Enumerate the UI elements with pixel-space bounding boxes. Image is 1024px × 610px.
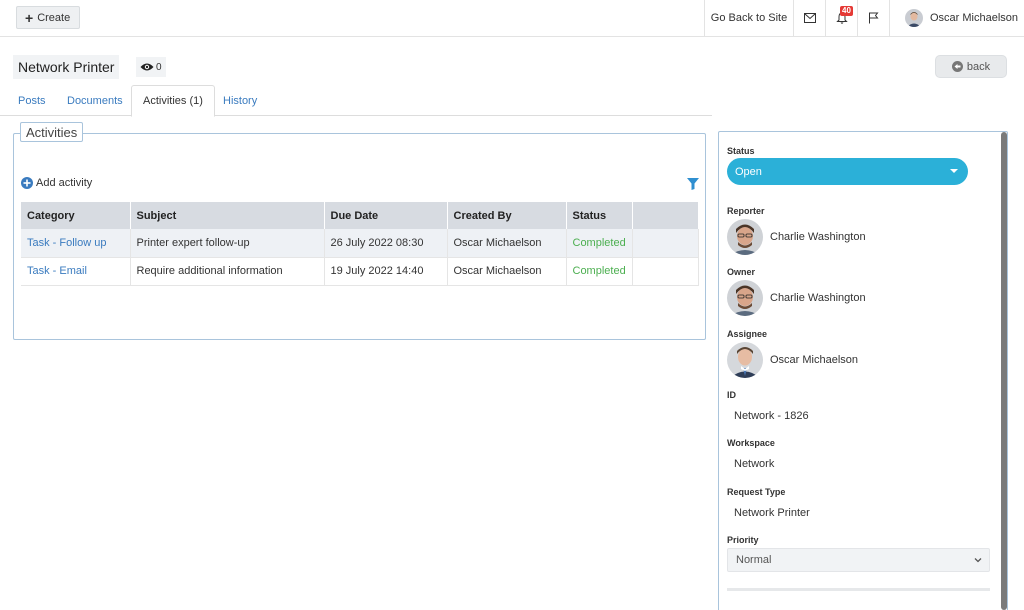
avatar — [727, 219, 763, 255]
activities-table: Category Subject Due Date Created By Sta… — [21, 202, 700, 286]
column-header-subject[interactable]: Subject — [130, 202, 325, 229]
owner-field[interactable]: Charlie Washington — [727, 280, 866, 316]
add-activity-button[interactable]: Add activity — [21, 177, 92, 189]
row-subject: Require additional information — [130, 257, 325, 286]
column-header-created-by[interactable]: Created By — [447, 202, 567, 229]
assignee-name: Oscar Michaelson — [770, 354, 859, 366]
row-actions — [632, 257, 700, 286]
owner-name: Charlie Washington — [770, 292, 866, 304]
row-category-link[interactable]: Task - Email — [21, 257, 131, 286]
avatar — [727, 342, 763, 378]
priority-select[interactable]: Normal — [727, 548, 990, 572]
tab-history[interactable]: History — [223, 85, 257, 116]
reporter-label: Reporter — [727, 206, 765, 216]
mail-button[interactable] — [793, 0, 825, 36]
request-type-value: Network Printer — [734, 507, 810, 519]
back-button[interactable]: back — [935, 55, 1007, 78]
filter-icon[interactable] — [687, 178, 699, 190]
id-label: ID — [727, 390, 736, 400]
page-title: Network Printer — [13, 55, 120, 79]
flag-button[interactable] — [857, 0, 889, 36]
row-category-link[interactable]: Task - Follow up — [21, 229, 131, 258]
workspace-value: Network — [734, 458, 775, 470]
status-value: Open — [735, 165, 762, 178]
notification-badge: 40 — [840, 6, 853, 16]
create-button[interactable]: + Create — [16, 6, 81, 29]
row-actions — [632, 229, 700, 258]
row-created-by: Oscar Michaelson — [447, 229, 567, 258]
table-row[interactable]: Task - Email Require additional informat… — [21, 257, 700, 286]
go-back-to-site-link[interactable]: Go Back to Site — [704, 0, 793, 36]
plus-icon: + — [25, 9, 34, 26]
column-header-due-date[interactable]: Due Date — [324, 202, 448, 229]
tab-activities[interactable]: Activities (1) — [131, 85, 215, 117]
assignee-label: Assignee — [727, 329, 768, 339]
tab-documents[interactable]: Documents — [67, 85, 123, 116]
activities-legend: Activities — [20, 122, 84, 142]
tab-bar: Posts Documents Activities (1) History — [0, 85, 712, 117]
column-header-actions — [632, 202, 700, 229]
eye-icon — [140, 63, 154, 71]
user-menu[interactable]: Oscar Michaelson — [889, 0, 1024, 36]
priority-label: Priority — [727, 535, 759, 545]
column-header-status[interactable]: Status — [566, 202, 633, 229]
priority-value: Normal — [736, 554, 772, 566]
reporter-field[interactable]: Charlie Washington — [727, 219, 866, 255]
column-header-category[interactable]: Category — [21, 202, 131, 229]
row-due-date: 19 July 2022 14:40 — [324, 257, 448, 286]
details-scrollbar[interactable] — [1001, 132, 1007, 610]
create-label: Create — [37, 11, 71, 24]
tab-posts[interactable]: Posts — [18, 85, 46, 116]
assignee-field[interactable]: Oscar Michaelson — [727, 342, 858, 378]
caret-down-icon — [950, 169, 958, 173]
reporter-name: Charlie Washington — [770, 231, 866, 243]
table-row[interactable]: Task - Follow up Printer expert follow-u… — [21, 229, 700, 258]
status-select[interactable]: Open — [727, 158, 968, 185]
table-header-row: Category Subject Due Date Created By Sta… — [21, 202, 700, 229]
row-created-by: Oscar Michaelson — [447, 257, 567, 286]
watchers-count: 0 — [156, 61, 162, 73]
avatar — [727, 280, 763, 316]
plus-circle-icon — [21, 177, 33, 189]
top-nav: Go Back to Site 40 Oscar Michaelson — [704, 0, 1024, 36]
flag-icon — [869, 12, 879, 24]
avatar — [904, 9, 923, 27]
row-subject: Printer expert follow-up — [130, 229, 325, 258]
status-label: Status — [727, 146, 755, 156]
request-type-label: Request Type — [727, 487, 786, 497]
row-status: Completed — [566, 257, 633, 286]
id-value: Network - 1826 — [734, 410, 809, 422]
row-due-date: 26 July 2022 08:30 — [324, 229, 448, 258]
workspace-label: Workspace — [727, 438, 775, 448]
top-bar: + Create Go Back to Site 40 Oscar Michae… — [0, 0, 1024, 37]
arrow-left-circle-icon — [951, 61, 963, 72]
chevron-down-icon — [974, 558, 982, 563]
user-name: Oscar Michaelson — [929, 12, 1019, 24]
owner-label: Owner — [727, 267, 756, 277]
mail-icon — [803, 13, 816, 23]
row-status: Completed — [566, 229, 633, 258]
watchers-button[interactable]: 0 — [136, 57, 166, 77]
divider — [727, 588, 990, 591]
notifications-button[interactable]: 40 — [825, 0, 857, 36]
